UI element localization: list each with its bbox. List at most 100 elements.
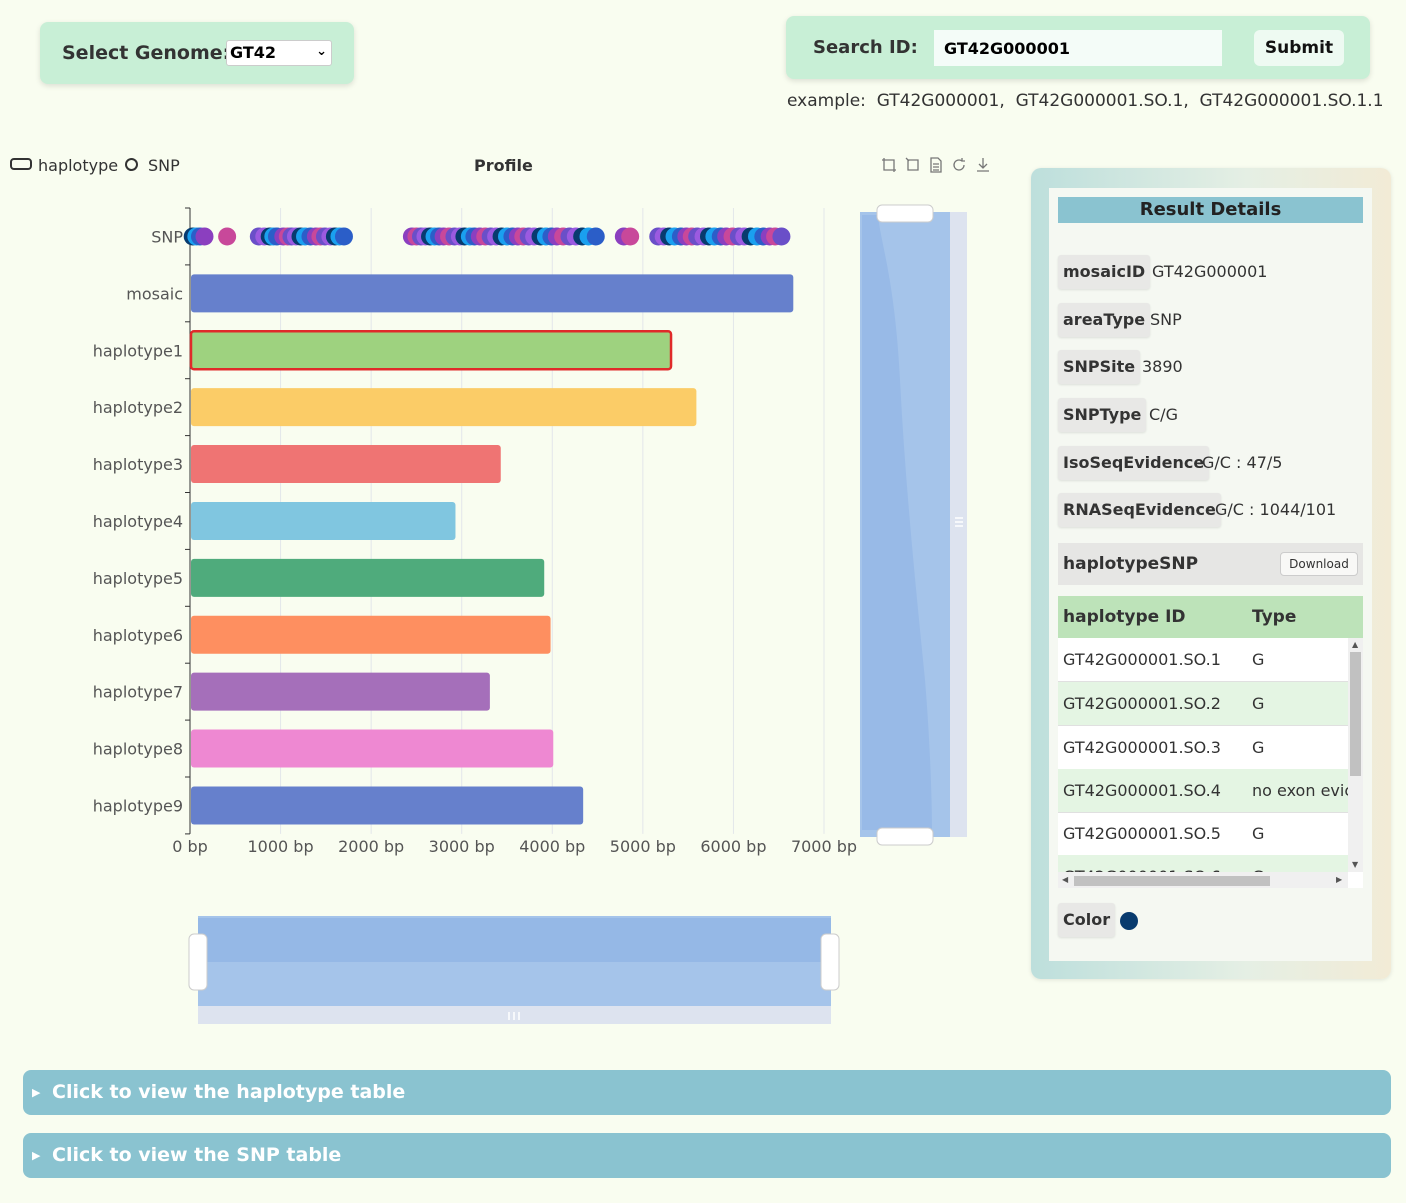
zoom-area-icon[interactable] xyxy=(880,156,898,174)
chevron-down-icon: ⌄ xyxy=(316,44,327,59)
table-vertical-scrollbar[interactable]: ▲ ▼ xyxy=(1348,638,1363,872)
field-value-areatype: SNP xyxy=(1150,310,1182,329)
horizontal-datazoom-shadow xyxy=(198,918,831,962)
horizontal-datazoom-handle-right[interactable] xyxy=(820,933,840,991)
result-details-panel: Result Details mosaicID GT42G000001 area… xyxy=(1031,168,1391,979)
y-tick-label: haplotype3 xyxy=(93,455,183,474)
genome-select[interactable]: GT42 ⌄ xyxy=(226,40,332,66)
genome-label: Select Genome: xyxy=(62,42,231,64)
snp-point[interactable] xyxy=(218,227,237,246)
field-key-snpsite: SNPSite xyxy=(1058,350,1141,384)
color-label: Color xyxy=(1058,903,1116,937)
snp-point[interactable] xyxy=(772,227,791,246)
table-row[interactable]: GT42G000001.SO.4 no exon evic xyxy=(1058,769,1353,813)
x-tick-label: 5000 bp xyxy=(610,837,676,856)
vertical-datazoom-handle-top[interactable] xyxy=(876,204,934,223)
legend-haplotype[interactable]: haplotype xyxy=(38,156,118,175)
bar-mosaic[interactable] xyxy=(191,274,794,313)
y-tick-label: haplotype5 xyxy=(93,569,183,588)
result-details-body: Result Details mosaicID GT42G000001 area… xyxy=(1049,188,1372,961)
x-tick-label: 4000 bp xyxy=(519,837,585,856)
zoom-reset-icon[interactable] xyxy=(904,156,922,174)
genome-selector-card: Select Genome: GT42 ⌄ xyxy=(40,22,354,84)
x-tick-label: 6000 bp xyxy=(700,837,766,856)
bar-haplotype8[interactable] xyxy=(191,729,554,768)
bar-haplotype9[interactable] xyxy=(191,786,584,825)
bar-haplotype7[interactable] xyxy=(191,672,490,711)
table-row[interactable]: GT42G000001.SO.2 G xyxy=(1058,682,1348,726)
table-cell-haplotype-id: GT42G000001.SO.4 xyxy=(1063,781,1221,800)
snp-point[interactable] xyxy=(334,227,353,246)
table-horizontal-scrollbar[interactable]: ◀ ▶ xyxy=(1058,872,1348,888)
table-header-type[interactable]: Type xyxy=(1252,596,1296,638)
table-cell-type: G xyxy=(1252,650,1265,669)
table-row[interactable]: GT42G000001.SO.3 G xyxy=(1058,726,1348,770)
field-value-rnaseqevidence: G/C : 1044/101 xyxy=(1215,500,1337,519)
expand-triangle-icon: ▶ xyxy=(32,1149,41,1162)
table-cell-type: no exon evic xyxy=(1252,781,1354,800)
x-tick-label: 7000 bp xyxy=(791,837,857,856)
y-tick-label: haplotype7 xyxy=(93,683,183,702)
bar-haplotype4[interactable] xyxy=(191,501,456,540)
bar-haplotype2[interactable] xyxy=(191,388,697,427)
bar-haplotype6[interactable] xyxy=(191,615,551,654)
haplotype-table-toggle-label: Click to view the haplotype table xyxy=(52,1081,406,1103)
snp-legend-icon[interactable] xyxy=(125,158,138,171)
legend-snp[interactable]: SNP xyxy=(148,156,180,175)
search-input[interactable] xyxy=(934,30,1222,66)
scroll-left-icon[interactable]: ◀ xyxy=(1062,875,1068,884)
snp-point[interactable] xyxy=(621,227,640,246)
scroll-up-icon[interactable]: ▲ xyxy=(1352,640,1358,649)
bar-haplotype3[interactable] xyxy=(191,445,501,484)
x-tick-label: 0 bp xyxy=(172,837,208,856)
x-tick-label: 1000 bp xyxy=(248,837,314,856)
table-row[interactable]: GT42G000001.SO.5 G xyxy=(1058,812,1348,856)
haplotype-table-toggle[interactable]: ▶ Click to view the haplotype table xyxy=(23,1070,1391,1115)
y-tick-label: SNP xyxy=(151,227,183,246)
result-details-header: Result Details xyxy=(1058,197,1363,223)
vertical-datazoom[interactable] xyxy=(860,204,967,846)
bar-haplotype5[interactable] xyxy=(191,558,545,597)
field-key-rnaseqevidence: RNASeqEvidence xyxy=(1058,493,1221,527)
table-header-haplotype-id[interactable]: haplotype ID xyxy=(1063,596,1186,638)
table-vertical-scroll-thumb[interactable] xyxy=(1350,652,1361,776)
bar-haplotype1[interactable] xyxy=(189,330,673,371)
submit-button[interactable]: Submit xyxy=(1254,30,1344,66)
horizontal-datazoom[interactable] xyxy=(188,916,840,1024)
vertical-datazoom-handle-bottom[interactable] xyxy=(876,827,934,846)
haplotype-snp-table[interactable]: haplotype ID Type GT42G000001.SO.1 G GT4… xyxy=(1058,596,1363,888)
snp-table-toggle[interactable]: ▶ Click to view the SNP table xyxy=(23,1133,1391,1178)
table-cell-haplotype-id: GT42G000001.SO.2 xyxy=(1063,694,1221,713)
search-card: Search ID: Submit xyxy=(786,16,1370,79)
horizontal-datazoom-handle-left[interactable] xyxy=(188,933,208,991)
field-key-isoseqevidence: IsoSeqEvidence xyxy=(1058,446,1210,480)
download-button[interactable]: Download xyxy=(1280,552,1358,576)
field-value-snpsite: 3890 xyxy=(1142,357,1183,376)
scroll-down-icon[interactable]: ▼ xyxy=(1352,860,1358,869)
data-view-icon[interactable] xyxy=(927,156,945,174)
table-cell-type: G xyxy=(1252,738,1265,757)
x-tick-label: 3000 bp xyxy=(429,837,495,856)
chart-title: Profile xyxy=(474,156,533,175)
haplotype-snp-label: haplotypeSNP xyxy=(1063,554,1199,574)
haplotype-legend-icon[interactable] xyxy=(10,158,32,170)
snp-point[interactable] xyxy=(195,227,214,246)
example-text: example: GT42G000001, GT42G000001.SO.1, … xyxy=(787,91,1384,111)
y-tick-label: haplotype6 xyxy=(93,626,183,645)
field-key-mosaicid: mosaicID xyxy=(1058,255,1151,289)
table-horizontal-scroll-thumb[interactable] xyxy=(1074,876,1270,886)
field-value-isoseqevidence: G/C : 47/5 xyxy=(1202,453,1283,472)
table-cell-haplotype-id: GT42G000001.SO.1 xyxy=(1063,650,1221,669)
field-value-snptype: C/G xyxy=(1149,405,1178,424)
save-image-icon[interactable] xyxy=(974,156,992,174)
snp-point[interactable] xyxy=(586,227,605,246)
restore-icon[interactable] xyxy=(950,156,968,174)
y-tick-label: haplotype2 xyxy=(93,398,183,417)
table-header: haplotype ID Type xyxy=(1058,596,1363,638)
table-row[interactable]: GT42G000001.SO.1 G xyxy=(1058,638,1348,682)
table-cell-haplotype-id: GT42G000001.SO.5 xyxy=(1063,824,1221,843)
profile-chart[interactable]: SNP mosaic haplotype1 haplotype2 haplotype3 h… xyxy=(0,180,1000,1060)
chart-toolbox xyxy=(880,156,995,176)
scroll-right-icon[interactable]: ▶ xyxy=(1336,875,1342,884)
genome-select-value: GT42 xyxy=(230,43,277,62)
